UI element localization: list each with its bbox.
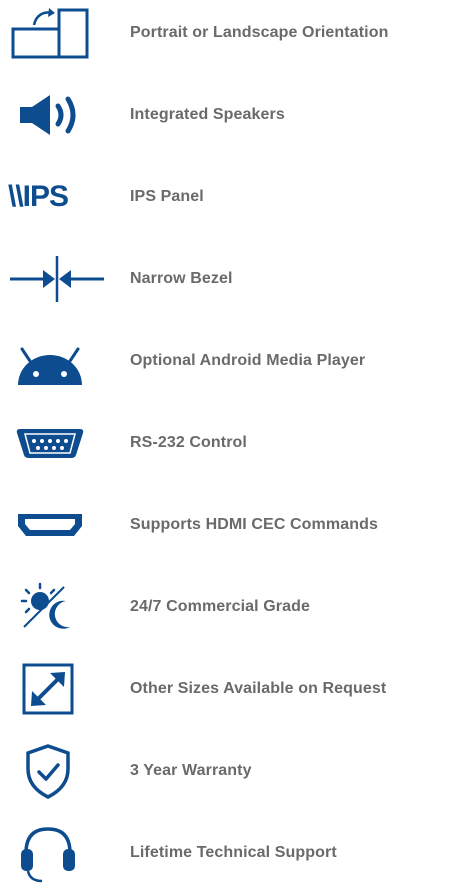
feature-row: RS-232 Control [0,413,450,473]
feature-list: Portrait or Landscape Orientation Integr… [0,0,450,888]
feature-label: Narrow Bezel [130,270,233,287]
feature-label: Lifetime Technical Support [130,844,337,861]
feature-row: Optional Android Media Player [0,331,450,391]
day-night-icon [0,577,130,637]
ips-panel-icon: \\IPS [0,167,130,227]
headset-icon [0,823,130,883]
feature-label: 24/7 Commercial Grade [130,598,310,615]
narrow-bezel-icon [0,249,130,309]
android-icon [0,331,130,391]
resize-icon [0,659,130,719]
speaker-icon [0,85,130,145]
ips-logo-text: \\IPS [8,180,69,213]
feature-label: IPS Panel [130,188,204,205]
serial-port-icon [0,413,130,473]
feature-label: 3 Year Warranty [130,762,252,779]
feature-label: Supports HDMI CEC Commands [130,516,378,533]
feature-label: Other Sizes Available on Request [130,680,387,697]
feature-label: Integrated Speakers [130,106,285,123]
feature-label: RS-232 Control [130,434,247,451]
shield-check-icon [0,741,130,801]
feature-row: \\IPS IPS Panel [0,167,450,227]
feature-label: Portrait or Landscape Orientation [130,24,389,41]
feature-label: Optional Android Media Player [130,352,366,369]
feature-row: Portrait or Landscape Orientation [0,3,450,63]
feature-row: 24/7 Commercial Grade [0,577,450,637]
feature-row: Integrated Speakers [0,85,450,145]
rotate-orientation-icon [0,3,130,63]
feature-row: Lifetime Technical Support [0,823,450,883]
feature-row: Supports HDMI CEC Commands [0,495,450,555]
feature-row: Other Sizes Available on Request [0,659,450,719]
feature-row: 3 Year Warranty [0,741,450,801]
hdmi-port-icon [0,495,130,555]
feature-row: Narrow Bezel [0,249,450,309]
